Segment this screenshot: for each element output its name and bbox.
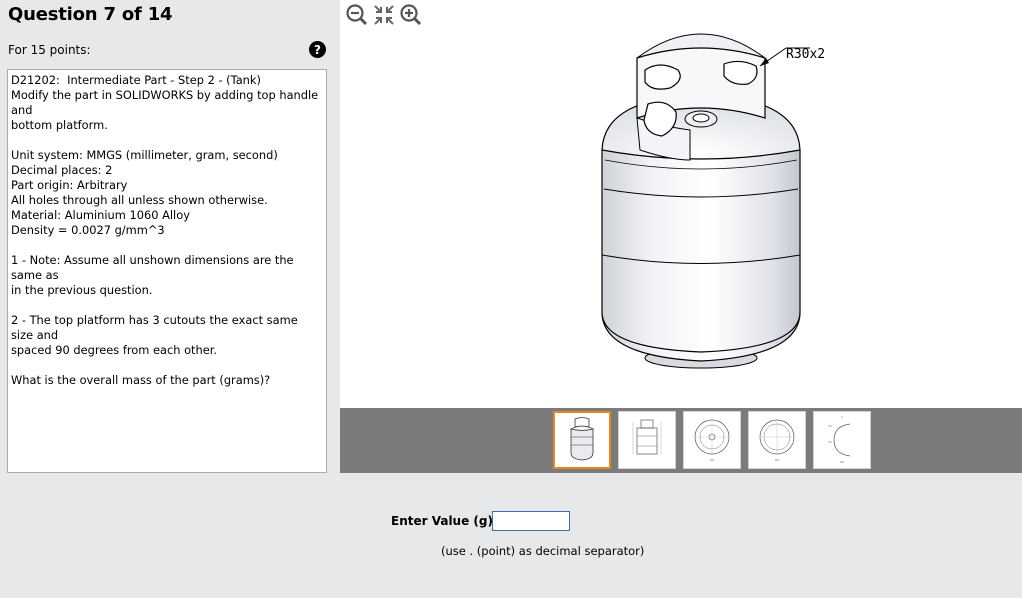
question-line: Decimal places: 2 (11, 163, 113, 177)
question-line: Unit system: MMGS (millimeter, gram, sec… (11, 148, 278, 162)
thumbnail-tank-section-drawing[interactable] (813, 411, 871, 469)
answer-input[interactable] (492, 511, 570, 531)
question-line (11, 133, 323, 148)
answer-label: Enter Value (g): (391, 514, 498, 528)
fit-to-window-icon[interactable] (372, 3, 396, 27)
thumbnail-tank-front-drawing[interactable] (618, 411, 676, 469)
question-line: D21202: Intermediate Part - Step 2 - (Ta… (11, 73, 261, 87)
question-line: in the previous question. (11, 283, 153, 297)
decimal-hint: (use . (point) as decimal separator) (441, 544, 645, 558)
question-line: bottom platform. (11, 118, 108, 132)
bottom-drawing-image (759, 419, 795, 461)
front-drawing-image (632, 419, 662, 455)
question-line: 2 - The top platform has 3 cutouts the e… (11, 313, 302, 342)
tank-thumbnail-image (569, 417, 595, 461)
thumbnail-strip (340, 408, 1022, 473)
question-line: Density = 0.0027 g/mm^3 (11, 223, 165, 237)
top-drawing-image (694, 419, 730, 461)
thumbnail-tank-isometric[interactable] (553, 411, 611, 469)
question-title: Question 7 of 14 (8, 4, 173, 25)
points-label: For 15 points: (8, 43, 91, 57)
question-text-box: D21202: Intermediate Part - Step 2 - (Ta… (7, 69, 327, 473)
zoom-in-icon[interactable] (399, 3, 423, 27)
dimension-label: R30x2 (786, 47, 825, 62)
section-drawing-image (828, 416, 851, 463)
help-icon[interactable]: ? (309, 41, 326, 58)
question-line: 1 - Note: Assume all unshown dimensions … (11, 253, 298, 282)
thumbnail-tank-top-drawing[interactable] (683, 411, 741, 469)
question-line: What is the overall mass of the part (gr… (11, 373, 271, 387)
question-line: Modify the part in SOLIDWORKS by adding … (11, 88, 322, 117)
image-viewer: R30x2 (340, 0, 1022, 408)
question-line: Material: Aluminium 1060 Alloy (11, 208, 190, 222)
tank-drawing: R30x2 (601, 33, 825, 369)
question-line: All holes through all unless shown other… (11, 193, 268, 207)
zoom-out-icon[interactable] (345, 3, 369, 27)
question-line: Part origin: Arbitrary (11, 178, 128, 192)
question-line: spaced 90 degrees from each other. (11, 343, 217, 357)
question-line (11, 238, 323, 253)
svg-text:?: ? (314, 43, 321, 57)
question-line (11, 298, 323, 313)
question-line (11, 358, 323, 373)
thumbnail-tank-bottom-drawing[interactable] (748, 411, 806, 469)
